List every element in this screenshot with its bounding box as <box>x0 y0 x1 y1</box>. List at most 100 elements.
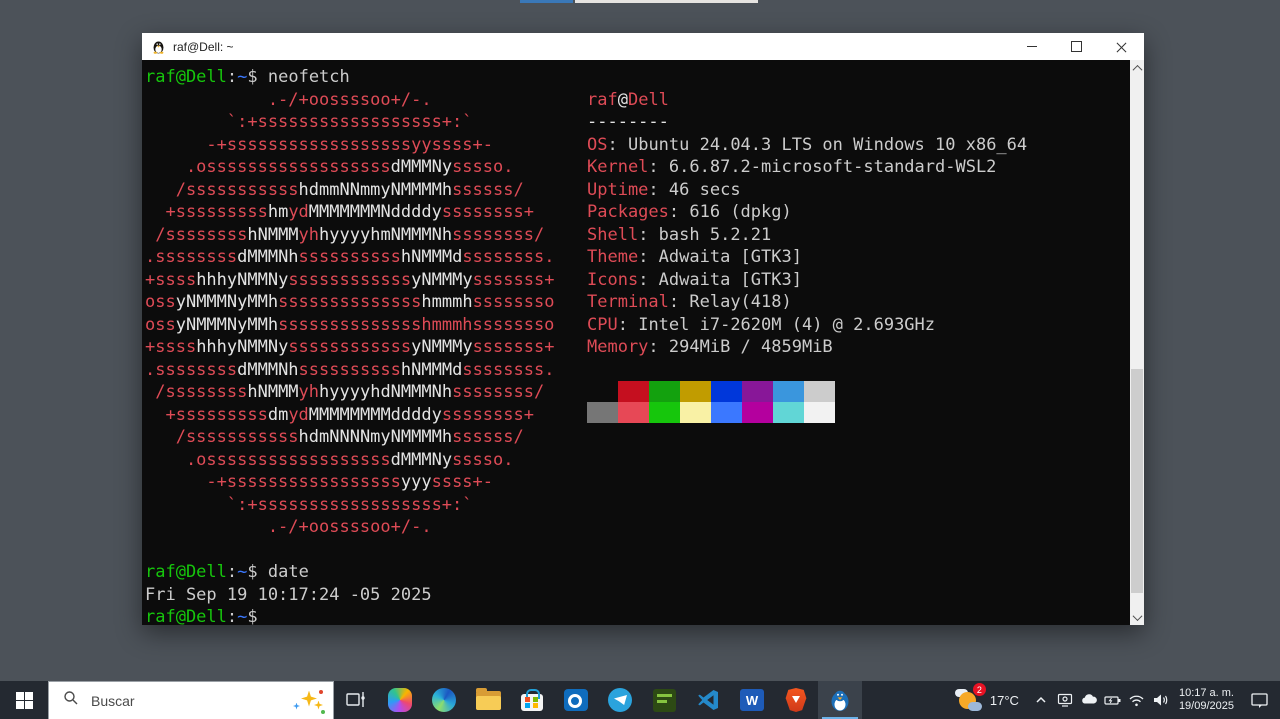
palette-swatch <box>649 402 680 423</box>
wsl-terminal-icon[interactable] <box>818 681 862 719</box>
maximize-icon <box>1071 41 1082 52</box>
network-wifi-icon[interactable] <box>1125 686 1149 714</box>
search-box[interactable]: Buscar <box>48 681 334 719</box>
start-button[interactable] <box>0 681 48 719</box>
palette-swatch <box>618 402 649 423</box>
close-button[interactable] <box>1099 33 1144 60</box>
info-row-os: OS: Ubuntu 24.04.3 LTS on Windows 10 x86… <box>587 134 1028 155</box>
outlook-icon[interactable] <box>554 681 598 719</box>
palette-swatch <box>804 381 835 402</box>
terminal-output[interactable]: raf@Dell:~$ neofetch .-/+oossssoo+/-. `:+… <box>142 60 1130 625</box>
neofetch-info-column: raf@Dell -------- OS: Ubuntu 24.04.3 LTS o… <box>587 89 1028 423</box>
search-placeholder: Buscar <box>91 692 135 709</box>
wireless-display-icon[interactable] <box>1053 686 1077 714</box>
scrollbar-thumb[interactable] <box>1131 369 1143 593</box>
background-window-edge-light[interactable] <box>575 0 758 3</box>
terminal-body: raf@Dell:~$ neofetch .-/+oossssoo+/-. `:+… <box>142 60 1144 625</box>
weather-temperature: 17°C <box>989 692 1019 708</box>
ascii-art-line: /ssssssssssshdmNNNNmyNMMMMhssssss/ <box>145 427 524 447</box>
background-window-edge-blue[interactable] <box>520 0 573 3</box>
taskbar: Buscar W 2 17°C 10:17 a. m. 19/09/2025 <box>0 681 1280 719</box>
scroll-up-arrow[interactable] <box>1130 60 1144 76</box>
info-row-memory: Memory: 294MiB / 4859MiB <box>587 337 833 357</box>
battery-icon[interactable] <box>1101 686 1125 714</box>
clock-date: 19/09/2025 <box>1178 700 1234 712</box>
brave-icon[interactable] <box>774 681 818 719</box>
palette-swatch <box>742 381 773 402</box>
ascii-art-line: `:+ssssssssssssssssss+:` <box>145 494 473 515</box>
palette-swatch <box>649 381 680 402</box>
maximize-button[interactable] <box>1054 33 1099 60</box>
window-title: raf@Dell: ~ <box>173 39 234 54</box>
search-icon <box>63 690 79 711</box>
palette-swatch <box>742 402 773 423</box>
blank-line <box>145 539 1130 562</box>
word-icon[interactable]: W <box>730 681 774 719</box>
info-row-terminal: Terminal: Relay(418) <box>587 292 792 312</box>
vscode-icon[interactable] <box>686 681 730 719</box>
tray-chevron-up-icon[interactable] <box>1029 686 1053 714</box>
taskbar-apps: W <box>334 681 862 719</box>
prompt-line-current: raf@Dell:~$ <box>145 607 258 625</box>
palette-swatch <box>680 381 711 402</box>
microsoft-store-icon[interactable] <box>510 681 554 719</box>
weather-icon: 2 <box>954 683 986 714</box>
green-reader-app-icon[interactable] <box>642 681 686 719</box>
file-explorer-icon[interactable] <box>466 681 510 719</box>
copilot-icon[interactable] <box>378 681 422 719</box>
minimize-icon <box>1026 46 1037 47</box>
weather-widget[interactable]: 2 17°C <box>954 683 1019 714</box>
close-icon <box>1116 41 1127 52</box>
telegram-icon[interactable] <box>598 681 642 719</box>
terminal-scrollbar[interactable] <box>1130 60 1144 625</box>
palette-swatch <box>587 381 618 402</box>
scrollbar-track[interactable] <box>1130 76 1144 609</box>
ascii-art-line: .ossssssssssssssssssdMMMNysssso. <box>145 449 514 470</box>
info-row-theme: Theme: Adwaita [GTK3] <box>587 247 802 267</box>
palette-swatch <box>773 402 804 423</box>
desktop: raf@Dell: ~ raf@Dell:~$ neofetch .-/+ooss… <box>0 0 1280 719</box>
scroll-down-arrow[interactable] <box>1130 609 1144 625</box>
window-controls <box>1009 33 1144 60</box>
ascii-art-line: -+sssssssssssssssssyyyssss+- <box>145 472 494 492</box>
onedrive-cloud-icon[interactable] <box>1077 686 1101 714</box>
ascii-art-line: .-/+oossssoo+/-. <box>145 517 432 537</box>
copilot-sparkles-icon <box>291 686 325 716</box>
palette-swatch <box>680 402 711 423</box>
neofetch-output: .-/+oossssoo+/-. `:+ssssssssssssssssss+:… <box>145 89 1130 539</box>
date-output-line: Fri Sep 19 10:17:24 -05 2025 <box>145 584 1130 607</box>
prompt-line-neofetch: raf@Dell:~$ neofetch <box>145 67 350 87</box>
tray-icons <box>1029 686 1173 714</box>
palette-swatch <box>773 381 804 402</box>
info-row-cpu: CPU: Intel i7-2620M (4) @ 2.693GHz <box>587 314 936 335</box>
tux-penguin-icon <box>151 39 166 54</box>
info-row-icons: Icons: Adwaita [GTK3] <box>587 269 802 290</box>
terminal-color-palette <box>587 381 1027 423</box>
command-date: date <box>267 562 309 582</box>
volume-icon[interactable] <box>1149 686 1173 714</box>
palette-swatch <box>804 402 835 423</box>
info-row-kernel: Kernel: 6.6.87.2-microsoft-standard-WSL2 <box>587 157 997 177</box>
date-output: Fri Sep 19 10:17:24 -05 2025 <box>145 584 432 605</box>
edge-icon[interactable] <box>422 681 466 719</box>
windows-logo-icon <box>15 691 33 709</box>
terminal-window: raf@Dell: ~ raf@Dell:~$ neofetch .-/+ooss… <box>142 33 1144 625</box>
neofetch-title-underline: -------- <box>587 112 669 132</box>
info-row-uptime: Uptime: 46 secs <box>587 179 741 200</box>
weather-badge: 2 <box>972 683 986 696</box>
clock-time: 10:17 a. m. <box>1178 687 1234 699</box>
prompt-line-date: raf@Dell:~$ date <box>145 562 309 582</box>
neofetch-title: raf@Dell <box>587 89 669 110</box>
info-row-shell: Shell: bash 5.2.21 <box>587 224 772 245</box>
palette-swatch <box>587 402 618 423</box>
minimize-button[interactable] <box>1009 33 1054 60</box>
taskbar-clock[interactable]: 10:17 a. m. 19/09/2025 <box>1179 687 1234 713</box>
action-center-button[interactable] <box>1242 681 1276 719</box>
info-row-packages: Packages: 616 (dpkg) <box>587 202 792 222</box>
palette-swatch <box>618 381 649 402</box>
system-tray: 2 17°C 10:17 a. m. 19/09/2025 <box>954 681 1280 719</box>
palette-swatch <box>711 402 742 423</box>
command-neofetch: neofetch <box>267 67 350 87</box>
terminal-titlebar[interactable]: raf@Dell: ~ <box>142 33 1144 60</box>
task-view-button[interactable] <box>334 681 378 719</box>
